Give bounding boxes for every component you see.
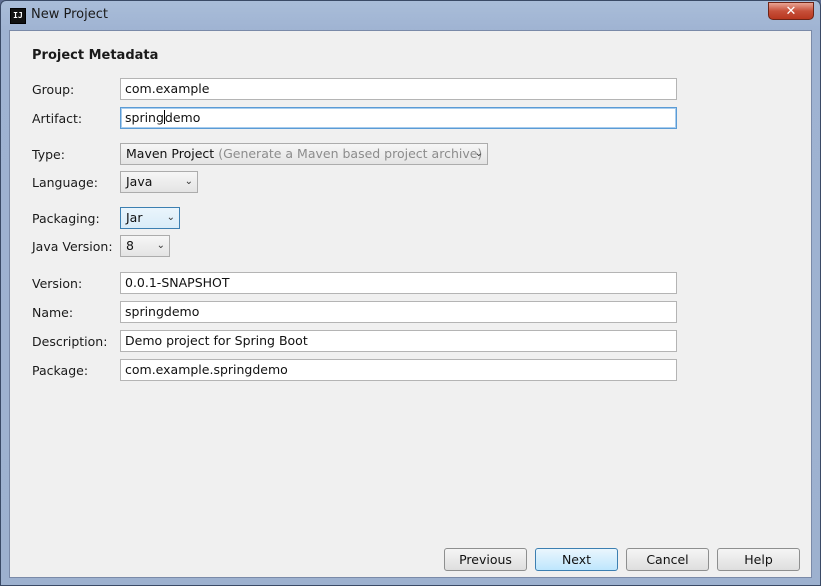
chevron-down-icon: ⌄ xyxy=(156,240,165,251)
name-field[interactable]: springdemo xyxy=(120,301,677,323)
name-label: Name: xyxy=(32,305,74,320)
artifact-value-end: demo xyxy=(164,110,201,125)
package-label: Package: xyxy=(32,363,89,378)
previous-button[interactable]: Previous xyxy=(444,548,527,571)
description-field[interactable]: Demo project for Spring Boot xyxy=(120,330,677,352)
type-select[interactable]: Maven Project (Generate a Maven based pr… xyxy=(120,143,488,165)
version-field[interactable]: 0.0.1-SNAPSHOT xyxy=(120,272,677,294)
java-version-label: Java Version: xyxy=(32,239,113,254)
description-label: Description: xyxy=(32,334,108,349)
new-project-window: IJ New Project ✕ Project Metadata Group:… xyxy=(0,0,821,586)
group-field[interactable]: com.example xyxy=(120,78,677,100)
section-title: Project Metadata xyxy=(32,48,159,63)
close-button[interactable]: ✕ xyxy=(768,2,814,20)
type-value: Maven Project xyxy=(126,146,215,161)
type-hint: (Generate a Maven based project archive) xyxy=(218,146,483,161)
artifact-field[interactable]: springdemo xyxy=(120,107,677,129)
packaging-label: Packaging: xyxy=(32,211,100,226)
title-bar: IJ New Project ✕ xyxy=(1,1,820,29)
type-label: Type: xyxy=(32,147,65,162)
java-version-select[interactable]: 8 ⌄ xyxy=(120,235,170,257)
help-button[interactable]: Help xyxy=(717,548,800,571)
packaging-select[interactable]: Jar ⌄ xyxy=(120,207,180,229)
language-select[interactable]: Java ⌄ xyxy=(120,171,198,193)
java-version-value: 8 xyxy=(126,238,134,253)
cancel-button[interactable]: Cancel xyxy=(626,548,709,571)
chevron-down-icon: ⌄ xyxy=(184,176,193,187)
language-label: Language: xyxy=(32,175,98,190)
package-field[interactable]: com.example.springdemo xyxy=(120,359,677,381)
packaging-value: Jar xyxy=(126,210,143,225)
artifact-label: Artifact: xyxy=(32,111,83,126)
window-title: New Project xyxy=(31,7,108,22)
intellij-app-icon: IJ xyxy=(10,8,26,24)
chevron-down-icon: ⌄ xyxy=(474,148,483,159)
artifact-value-start: spring xyxy=(125,110,164,125)
next-button[interactable]: Next xyxy=(535,548,618,571)
language-value: Java xyxy=(126,174,153,189)
version-label: Version: xyxy=(32,276,83,291)
group-label: Group: xyxy=(32,82,75,97)
chevron-down-icon: ⌄ xyxy=(166,212,175,223)
dialog-content: Project Metadata Group: com.example Arti… xyxy=(9,30,812,578)
